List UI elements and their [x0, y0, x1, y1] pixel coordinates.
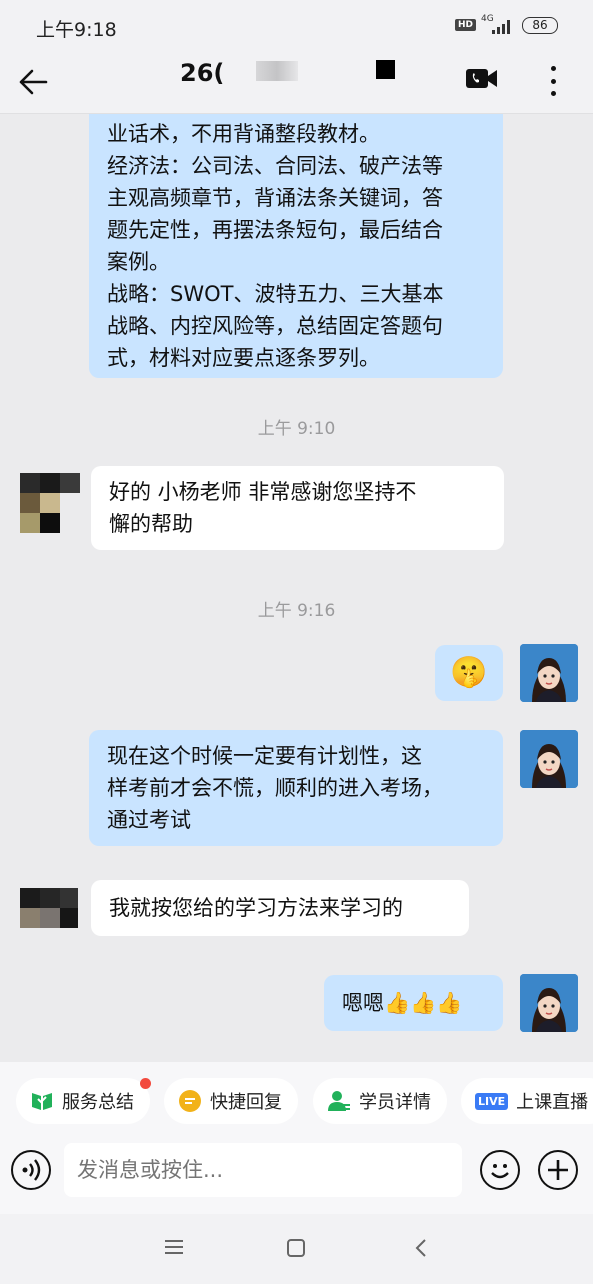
my-avatar[interactable] [520, 730, 578, 788]
live-class-button[interactable]: LIVE 上课直播 [461, 1078, 593, 1124]
message-line: 现在这个时候一定要有计划性，这 [107, 744, 422, 768]
message-line: 样考前才会不慌，顺利的进入考场， [107, 776, 443, 800]
my-avatar[interactable] [520, 644, 578, 702]
system-nav-bar [0, 1214, 593, 1284]
message-line: 好的 小杨老师 非常感谢您坚持不 [109, 480, 417, 504]
message-text: 嗯嗯 [342, 991, 384, 1015]
back-icon[interactable] [412, 1237, 430, 1259]
message-bubble-outgoing[interactable]: 现在这个时候一定要有计划性，这 样考前才会不慌，顺利的进入考场， 通过考试 [89, 730, 503, 846]
chat-title: 26( [180, 59, 225, 87]
message-input[interactable] [64, 1143, 462, 1197]
quick-action-bar: 服务总结 快捷回复 学员详情 LIVE 上课直播 [0, 1062, 593, 1144]
message-line: 经济法：公司法、合同法、破产法等 [107, 154, 443, 178]
notification-dot [140, 1078, 151, 1089]
message-text: 我就按您给的学习方法来学习的 [109, 896, 403, 920]
message-line: 式，材料对应要点逐条罗列。 [107, 346, 380, 370]
plus-icon[interactable] [538, 1150, 578, 1190]
message-line: 懈的帮助 [109, 512, 193, 536]
status-bar: 上午9:18 HD 4G 86 [0, 0, 593, 50]
message-bubble-outgoing[interactable]: 业话术，不用背诵整段教材。 经济法：公司法、合同法、破产法等 主观高频章节，背诵… [89, 114, 503, 378]
signal-icon [492, 20, 512, 34]
my-avatar[interactable] [520, 974, 578, 1032]
chat-header: 26( [0, 50, 593, 114]
menu-icon[interactable] [163, 1238, 185, 1256]
timestamp: 上午 9:16 [257, 601, 336, 621]
contact-avatar[interactable] [20, 888, 80, 936]
chat-bubble-icon [179, 1090, 201, 1112]
book-icon [32, 1093, 52, 1110]
video-call-icon[interactable] [465, 67, 498, 90]
message-line: 业话术，不用背诵整段教材。 [107, 122, 380, 146]
back-arrow-icon[interactable] [18, 68, 48, 96]
message-line: 案例。 [107, 250, 170, 274]
redacted-title-blur [256, 61, 298, 81]
more-options-icon[interactable] [541, 64, 565, 98]
chip-label: 上课直播 [516, 1092, 589, 1113]
message-line: 主观高频章节，背诵法条关键词，答 [107, 186, 443, 210]
avatar-icon [520, 974, 578, 1032]
avatar-icon [520, 644, 578, 702]
home-icon[interactable] [286, 1238, 306, 1258]
status-time: 上午9:18 [36, 19, 117, 41]
avatar-icon [520, 730, 578, 788]
chip-label: 快捷回复 [210, 1092, 282, 1113]
thumbs-up-emoji-icon: 👍👍👍 [384, 991, 463, 1015]
voice-input-icon[interactable] [11, 1150, 51, 1190]
message-line: 题先定性，再摆法条短句，最后结合 [107, 218, 443, 242]
message-bubble-incoming[interactable]: 我就按您给的学习方法来学习的 [91, 880, 469, 936]
message-bubble-outgoing[interactable]: 嗯嗯👍👍👍 [324, 975, 503, 1031]
message-input-bar [0, 1143, 593, 1214]
live-icon: LIVE [475, 1092, 509, 1110]
shush-emoji-icon: 🤫 [450, 655, 488, 690]
chip-label: 服务总结 [62, 1092, 134, 1113]
contact-avatar[interactable] [20, 473, 80, 533]
message-line: 通过考试 [107, 808, 191, 832]
student-details-button[interactable]: 学员详情 [313, 1078, 447, 1124]
service-summary-button[interactable]: 服务总结 [16, 1078, 150, 1124]
user-icon [328, 1091, 350, 1111]
chip-label: 学员详情 [359, 1092, 431, 1113]
timestamp: 上午 9:10 [257, 419, 336, 439]
hd-icon: HD [455, 19, 477, 31]
battery-icon: 86 [522, 17, 558, 34]
emoji-icon[interactable] [480, 1150, 520, 1190]
quick-reply-button[interactable]: 快捷回复 [164, 1078, 298, 1124]
message-bubble-outgoing[interactable]: 🤫 [435, 645, 503, 701]
redacted-mark [376, 60, 395, 79]
message-line: 战略：SWOT、波特五力、三大基本 [107, 282, 444, 306]
message-line: 战略、内控风险等，总结固定答题句 [107, 314, 443, 338]
message-bubble-incoming[interactable]: 好的 小杨老师 非常感谢您坚持不 懈的帮助 [91, 466, 504, 550]
